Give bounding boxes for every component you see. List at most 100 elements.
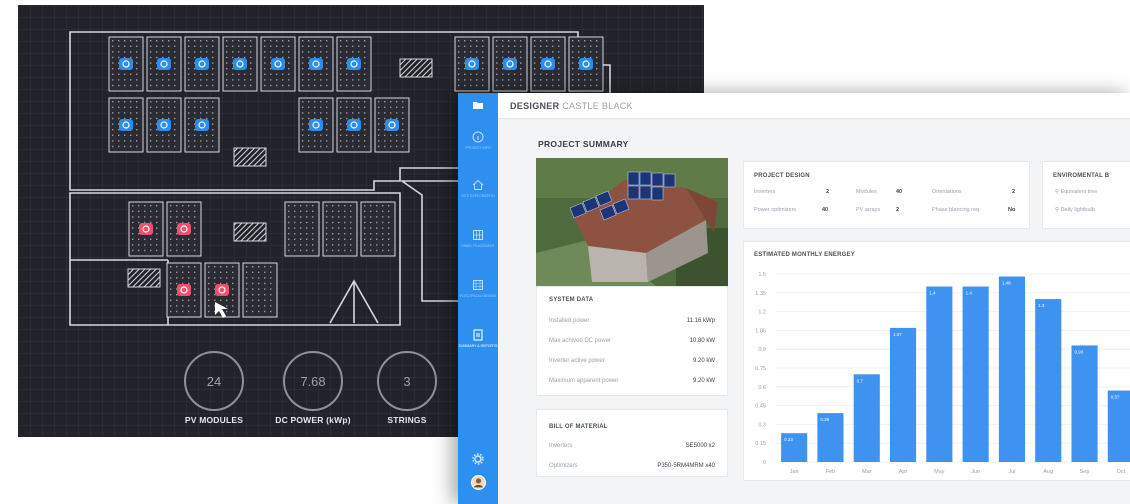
- x-tick-label: Mar: [862, 469, 872, 475]
- screenshot-stage: 24 7.68 3 PV MODULES DC POWER (kWp) STRI…: [0, 0, 1130, 504]
- bar: [998, 276, 1026, 462]
- environmental-title: ENVIROMENTAL B: [1053, 173, 1110, 179]
- sidebar-label: PROJECT INFO: [465, 146, 491, 150]
- pv-module[interactable]: [298, 36, 334, 92]
- sidebar-item-electrical-design[interactable]: ELECTRICAL DESIGN: [458, 279, 498, 298]
- optimizer-badge: [215, 284, 229, 296]
- optimizer-badge: [139, 223, 153, 235]
- sidebar-label: SITE EXPLORATION: [461, 194, 495, 198]
- pv-module[interactable]: [108, 97, 144, 153]
- pd-label: Power optimizers: [754, 207, 797, 213]
- bar-data-label: 1.4: [966, 291, 973, 296]
- pv-modules-value: 24: [206, 373, 222, 389]
- optimizer-badge: [119, 119, 133, 131]
- pv-module[interactable]: [260, 36, 296, 92]
- optimizer-badge: [233, 58, 247, 70]
- pv-module[interactable]: [128, 201, 164, 257]
- sidebar-item-site-exploration[interactable]: SITE EXPLORATION: [458, 179, 498, 198]
- optimizer-badge: [177, 223, 191, 235]
- env-item: ⚲ Equivalent tree: [1055, 189, 1097, 195]
- max-dc-power-value: 10.80 kW: [689, 338, 715, 344]
- max-dc-power-label: Max achived DC power: [549, 338, 612, 344]
- x-tick-label: Aug: [1043, 469, 1053, 475]
- x-tick-label: Sep: [1080, 469, 1090, 475]
- pv-module[interactable]: [284, 201, 320, 257]
- bar: [1035, 299, 1062, 462]
- folder-icon[interactable]: [458, 99, 498, 114]
- circuit-icon: [473, 280, 483, 290]
- pv-module[interactable]: [322, 201, 358, 257]
- strings-gauge: 3: [377, 351, 437, 411]
- pv-modules-gauge: 24: [184, 351, 244, 411]
- inverter-active-power-value: 9.20 kW: [692, 358, 715, 364]
- pv-module[interactable]: [242, 262, 278, 318]
- obstacle-vent: [399, 58, 433, 78]
- pv-module[interactable]: [166, 201, 202, 257]
- pd-value: 2: [826, 189, 830, 195]
- bar-data-label: 0.39: [820, 417, 829, 422]
- pv-module[interactable]: [454, 36, 490, 92]
- sidebar-label: PANEL PLACEMENT: [461, 244, 495, 248]
- gear-icon: [472, 453, 484, 465]
- pv-module[interactable]: [530, 36, 566, 92]
- sidebar: PROJECT INFO SITE EXPLORATION PANEL PLAC…: [458, 93, 498, 504]
- bom-optimizers-value: P350-5RM4MRM x40: [657, 463, 715, 469]
- bar: [926, 286, 953, 462]
- bar-data-label: 1.3: [1038, 303, 1045, 308]
- user-avatar[interactable]: [458, 475, 498, 493]
- optimizer-badge: [195, 58, 209, 70]
- bar-chart: 0 0.15 0.3 0.45 0.6 0.75 0.9 1.05 1.2 1.35 1.5 0.23…: [755, 272, 1130, 475]
- pv-module[interactable]: [360, 201, 396, 257]
- pv-module[interactable]: [146, 97, 182, 153]
- bar: [889, 327, 917, 462]
- pv-module[interactable]: [336, 36, 372, 92]
- system-data-title: SYSTEM DATA: [549, 297, 594, 303]
- pv-module[interactable]: [298, 97, 334, 153]
- x-tick-label: Jun: [971, 469, 980, 475]
- pv-module[interactable]: [336, 97, 372, 153]
- pv-module[interactable]: [184, 36, 220, 92]
- pd-power-optimizers: Power optimizers: [754, 207, 796, 213]
- pd-label: Phase blancing req: [932, 207, 980, 213]
- y-tick-label: 0.6: [758, 385, 766, 391]
- optimizer-badge: [503, 58, 517, 70]
- house-3d-view[interactable]: [536, 158, 728, 286]
- pv-module[interactable]: [108, 36, 144, 92]
- max-apparent-power-value: 9.20 kW: [692, 378, 715, 384]
- installed-power-value: 11.16 kWp: [686, 318, 715, 324]
- pv-module[interactable]: [492, 36, 528, 92]
- pd-pv-arrays-value: 2: [896, 207, 899, 213]
- pd-modules-value: 40: [896, 189, 902, 195]
- pv-module[interactable]: [222, 36, 258, 92]
- sidebar-item-project-info[interactable]: PROJECT INFO: [458, 131, 498, 150]
- env-item: ⚲ Daily lightbulb: [1055, 207, 1095, 213]
- pv-module[interactable]: [166, 262, 202, 318]
- optimizer-badge: [309, 119, 323, 131]
- app-title: DESIGNER CASTLE BLACK: [510, 101, 633, 111]
- environmental-card: ENVIROMENTAL B ⚲ Equivalent tree ⚲ Daily…: [1042, 161, 1130, 229]
- optimizer-badge: [177, 284, 191, 296]
- bill-of-material-title: BILL OF MATERIAL: [549, 424, 608, 430]
- sidebar-item-panel-placement[interactable]: PANEL PLACEMENT: [458, 229, 498, 248]
- optimizer-badge: [157, 58, 171, 70]
- pd-phase-balancing: Phase blancing req: [932, 207, 979, 213]
- settings-button[interactable]: [458, 453, 498, 468]
- optimizer-badge: [347, 58, 361, 70]
- pv-module[interactable]: [184, 97, 220, 153]
- pd-label: Modules: [856, 189, 877, 195]
- pv-module[interactable]: [374, 97, 410, 153]
- pv-module[interactable]: [568, 36, 604, 92]
- env-label: Equivalent tree: [1060, 189, 1098, 195]
- sidebar-item-summary-reports[interactable]: SUMMARY & REPORTS: [458, 329, 498, 348]
- bar: [1071, 345, 1098, 462]
- pd-inverters: Inverters: [754, 189, 775, 195]
- pv-module[interactable]: [146, 36, 182, 92]
- bar-data-label: 0.57: [1111, 395, 1120, 400]
- sidebar-label: ELECTRICAL DESIGN: [460, 294, 496, 298]
- project-design-title: PROJECT DESIGN: [754, 173, 810, 179]
- bar: [853, 374, 880, 462]
- x-tick-label: Oct: [1117, 469, 1126, 475]
- optimizer-badge: [271, 58, 285, 70]
- optimizer-badge: [309, 58, 323, 70]
- pd-value: 2: [896, 207, 900, 213]
